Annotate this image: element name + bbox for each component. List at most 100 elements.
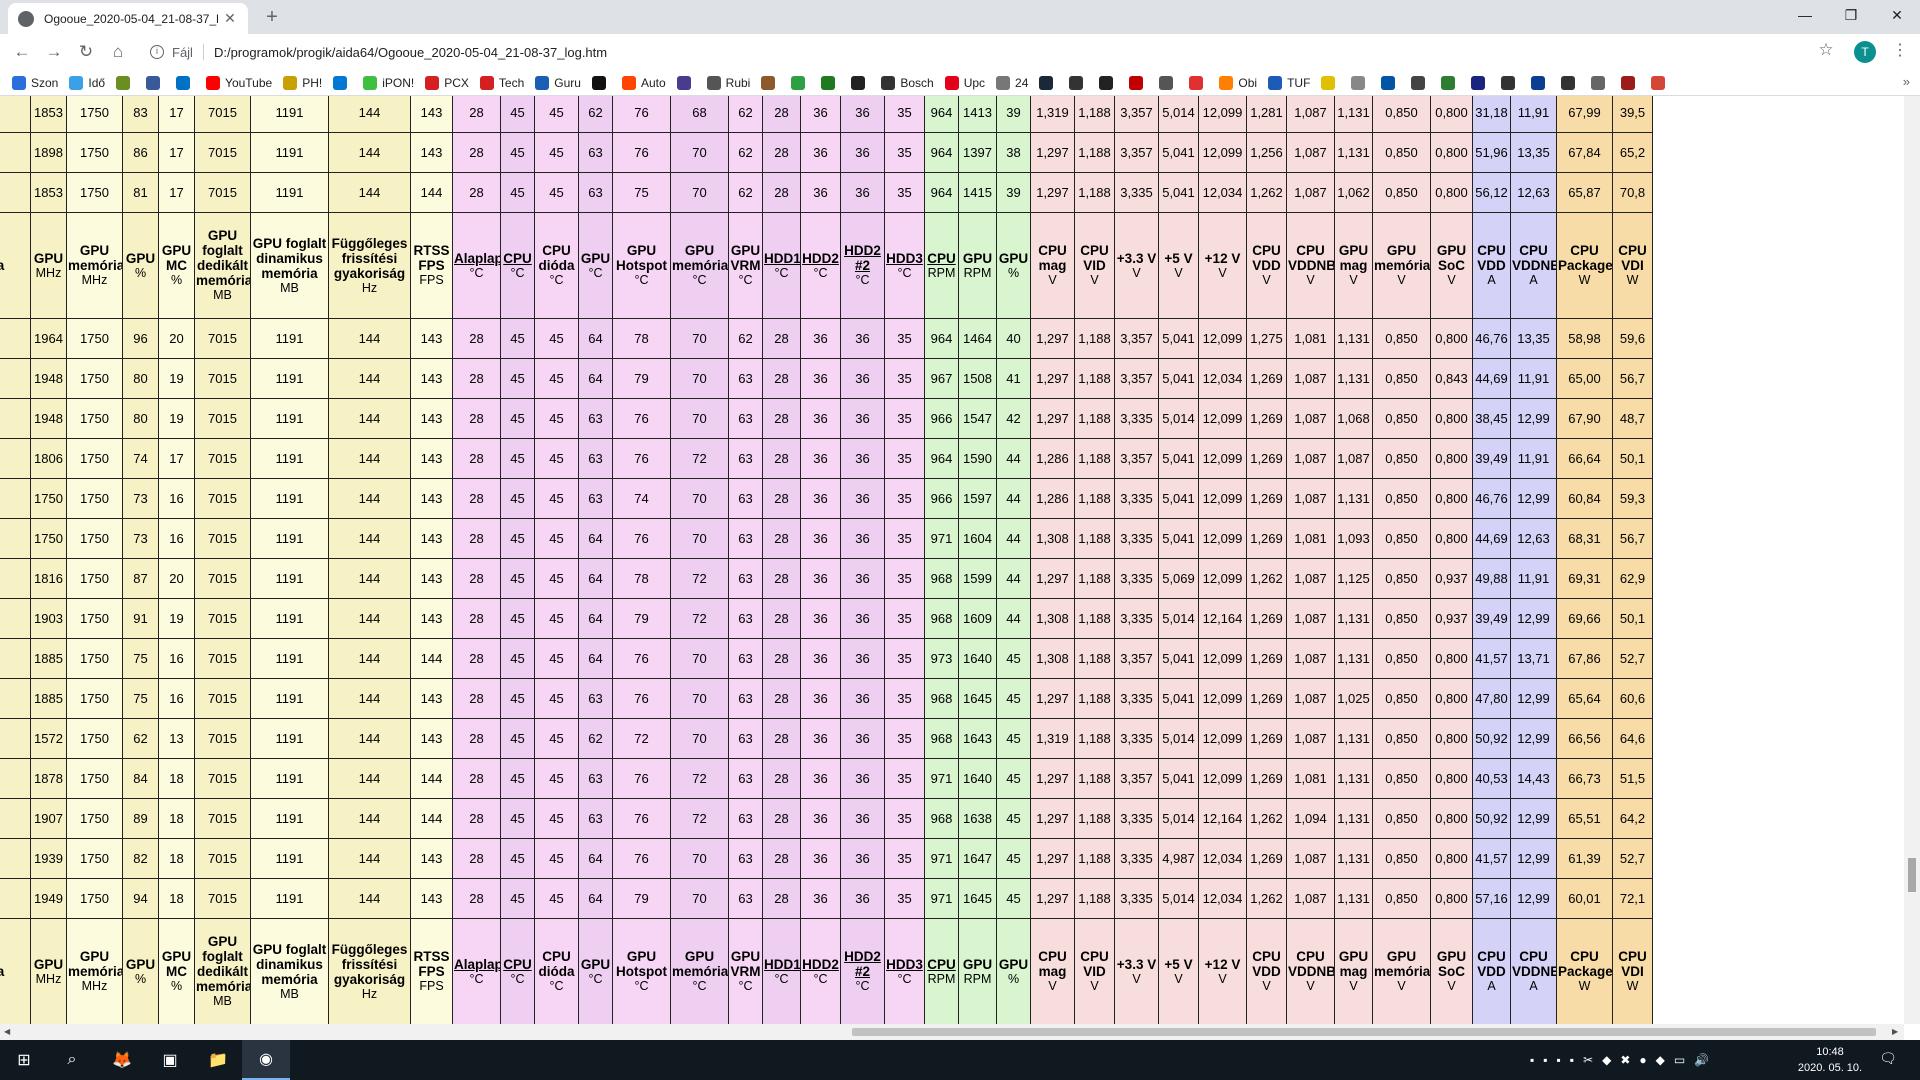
- scheme-label: Fájl: [172, 44, 193, 60]
- table-cell: 17: [158, 132, 195, 173]
- new-tab-button[interactable]: +: [260, 6, 284, 30]
- reload-button[interactable]: ↻: [74, 40, 98, 64]
- table-cell: 1750: [66, 398, 123, 439]
- restore-button[interactable]: ❐: [1828, 0, 1874, 30]
- tray-icon[interactable]: ◆: [1602, 1053, 1611, 1067]
- file-explorer-icon[interactable]: 📁: [194, 1040, 242, 1080]
- bookmark-item[interactable]: Bosch: [881, 75, 934, 90]
- table-cell: 1191: [250, 172, 329, 213]
- bookmark-item[interactable]: TUF: [1268, 75, 1310, 90]
- window-close-button[interactable]: ✕: [1874, 0, 1920, 30]
- table-cell: 60,84: [1556, 478, 1613, 519]
- bookmarks-overflow-icon[interactable]: »: [1903, 74, 1910, 89]
- browser-tab[interactable]: Ogooue_2020-05-04_21-08-37_l ✕: [8, 3, 248, 34]
- bookmark-item[interactable]: [146, 75, 165, 90]
- bookmark-item[interactable]: [1621, 75, 1640, 90]
- bookmark-item[interactable]: [1381, 75, 1400, 90]
- bookmark-item[interactable]: Guru: [535, 75, 581, 90]
- bookmark-item[interactable]: [591, 75, 611, 90]
- minimize-button[interactable]: —: [1782, 0, 1828, 30]
- bookmark-item[interactable]: [676, 75, 696, 90]
- tray-icon[interactable]: ●: [1639, 1053, 1646, 1067]
- tray-icon[interactable]: ▭: [1674, 1053, 1685, 1067]
- bookmark-item[interactable]: PH!: [283, 75, 322, 90]
- bookmark-item[interactable]: Rubi: [706, 75, 750, 90]
- bookmark-item[interactable]: Obi: [1219, 75, 1257, 90]
- bookmark-item[interactable]: [1039, 75, 1058, 90]
- scroll-right-arrow-icon[interactable]: ▶: [1892, 1027, 1898, 1036]
- column-header: CPU VDI W: [1612, 212, 1653, 319]
- bookmark-item[interactable]: [821, 75, 840, 90]
- bookmark-item[interactable]: [1189, 75, 1208, 90]
- table-cell: [0, 638, 31, 679]
- taskbar-app-2[interactable]: ▣: [146, 1040, 194, 1080]
- tray-icon[interactable]: ▪: [1543, 1053, 1547, 1067]
- tray-icon[interactable]: ✂: [1583, 1053, 1593, 1067]
- notifications-icon[interactable]: 🗨: [1878, 1050, 1898, 1070]
- bookmark-item[interactable]: [1321, 75, 1340, 90]
- bookmark-item[interactable]: [1411, 75, 1430, 90]
- profile-avatar[interactable]: T: [1854, 41, 1876, 63]
- vertical-scrollbar[interactable]: [1904, 96, 1920, 1024]
- bookmark-item[interactable]: Szon: [12, 75, 58, 90]
- table-cell: 45: [500, 96, 535, 133]
- bookmark-item[interactable]: [1069, 75, 1088, 90]
- tray-icon[interactable]: ◆: [1656, 1053, 1665, 1067]
- table-cell: 1750: [30, 478, 67, 519]
- horizontal-scroll-thumb[interactable]: [852, 1028, 1876, 1036]
- taskbar-app-1[interactable]: 🦊: [98, 1040, 146, 1080]
- bookmark-item[interactable]: Idő: [69, 75, 105, 90]
- bookmark-item[interactable]: [1561, 75, 1580, 90]
- bookmark-item[interactable]: [1351, 75, 1370, 90]
- forward-button[interactable]: →: [42, 40, 66, 64]
- bookmark-item[interactable]: [176, 75, 195, 90]
- address-bar[interactable]: i Fájl D:/programok/progik/aida64/Ogooue…: [140, 38, 1830, 66]
- tray-icon[interactable]: ▪: [1570, 1053, 1574, 1067]
- close-tab-icon[interactable]: ✕: [222, 10, 238, 27]
- column-header-label: GPU mag: [1338, 243, 1369, 273]
- bookmark-item[interactable]: Auto: [621, 75, 666, 90]
- search-icon[interactable]: ⌕: [48, 1040, 96, 1080]
- bookmark-item[interactable]: YouTube: [206, 75, 272, 90]
- bookmark-favicon-icon: [363, 75, 378, 90]
- chrome-icon[interactable]: ◉: [242, 1040, 290, 1080]
- bookmark-item[interactable]: PCX: [425, 75, 469, 90]
- home-button[interactable]: ⌂: [106, 40, 130, 64]
- bookmark-item[interactable]: iPON!: [363, 75, 414, 90]
- clock[interactable]: 10:48 2020. 05. 10.: [1790, 1044, 1870, 1076]
- bookmark-item[interactable]: [1471, 75, 1490, 90]
- tray-icon[interactable]: ▪: [1530, 1053, 1534, 1067]
- start-button[interactable]: ⊞: [0, 1040, 48, 1080]
- bookmark-item[interactable]: [1501, 75, 1520, 90]
- column-header: a: [0, 212, 31, 319]
- tray-icon[interactable]: ▪: [1557, 1053, 1561, 1067]
- table-cell: 67,84: [1556, 132, 1613, 173]
- horizontal-scrollbar[interactable]: ◀ ▶: [0, 1024, 1904, 1040]
- back-button[interactable]: ←: [10, 40, 34, 64]
- tray-icon[interactable]: ✖: [1620, 1053, 1630, 1067]
- url-text[interactable]: D:/programok/progik/aida64/Ogooue_2020-0…: [214, 45, 607, 60]
- bookmark-star-icon[interactable]: ☆: [1814, 40, 1838, 60]
- bookmark-item[interactable]: [1129, 75, 1148, 90]
- bookmark-item[interactable]: [1441, 75, 1460, 90]
- bookmark-item[interactable]: 24: [996, 75, 1028, 90]
- bookmark-item[interactable]: Tech: [479, 75, 524, 90]
- scroll-left-arrow-icon[interactable]: ◀: [4, 1027, 10, 1036]
- tray-icon[interactable]: 🔊: [1694, 1053, 1709, 1067]
- table-cell: 12,99: [1510, 598, 1557, 639]
- bookmark-item[interactable]: Upc: [944, 75, 985, 90]
- bookmark-item[interactable]: [1099, 75, 1118, 90]
- column-header-unit: °C: [813, 265, 828, 280]
- vertical-scroll-thumb[interactable]: [1908, 858, 1916, 892]
- bookmark-item[interactable]: [1651, 75, 1670, 90]
- bookmark-item[interactable]: [333, 75, 352, 90]
- bookmark-item[interactable]: [1159, 75, 1178, 90]
- bookmark-item[interactable]: [1531, 75, 1550, 90]
- bookmark-item[interactable]: [761, 75, 780, 90]
- menu-icon[interactable]: ⋮: [1890, 40, 1910, 60]
- bookmark-item[interactable]: [851, 75, 870, 90]
- bookmark-item[interactable]: [791, 75, 810, 90]
- bookmark-item[interactable]: [116, 75, 135, 90]
- bookmark-item[interactable]: [1591, 75, 1610, 90]
- info-icon[interactable]: i: [150, 45, 164, 59]
